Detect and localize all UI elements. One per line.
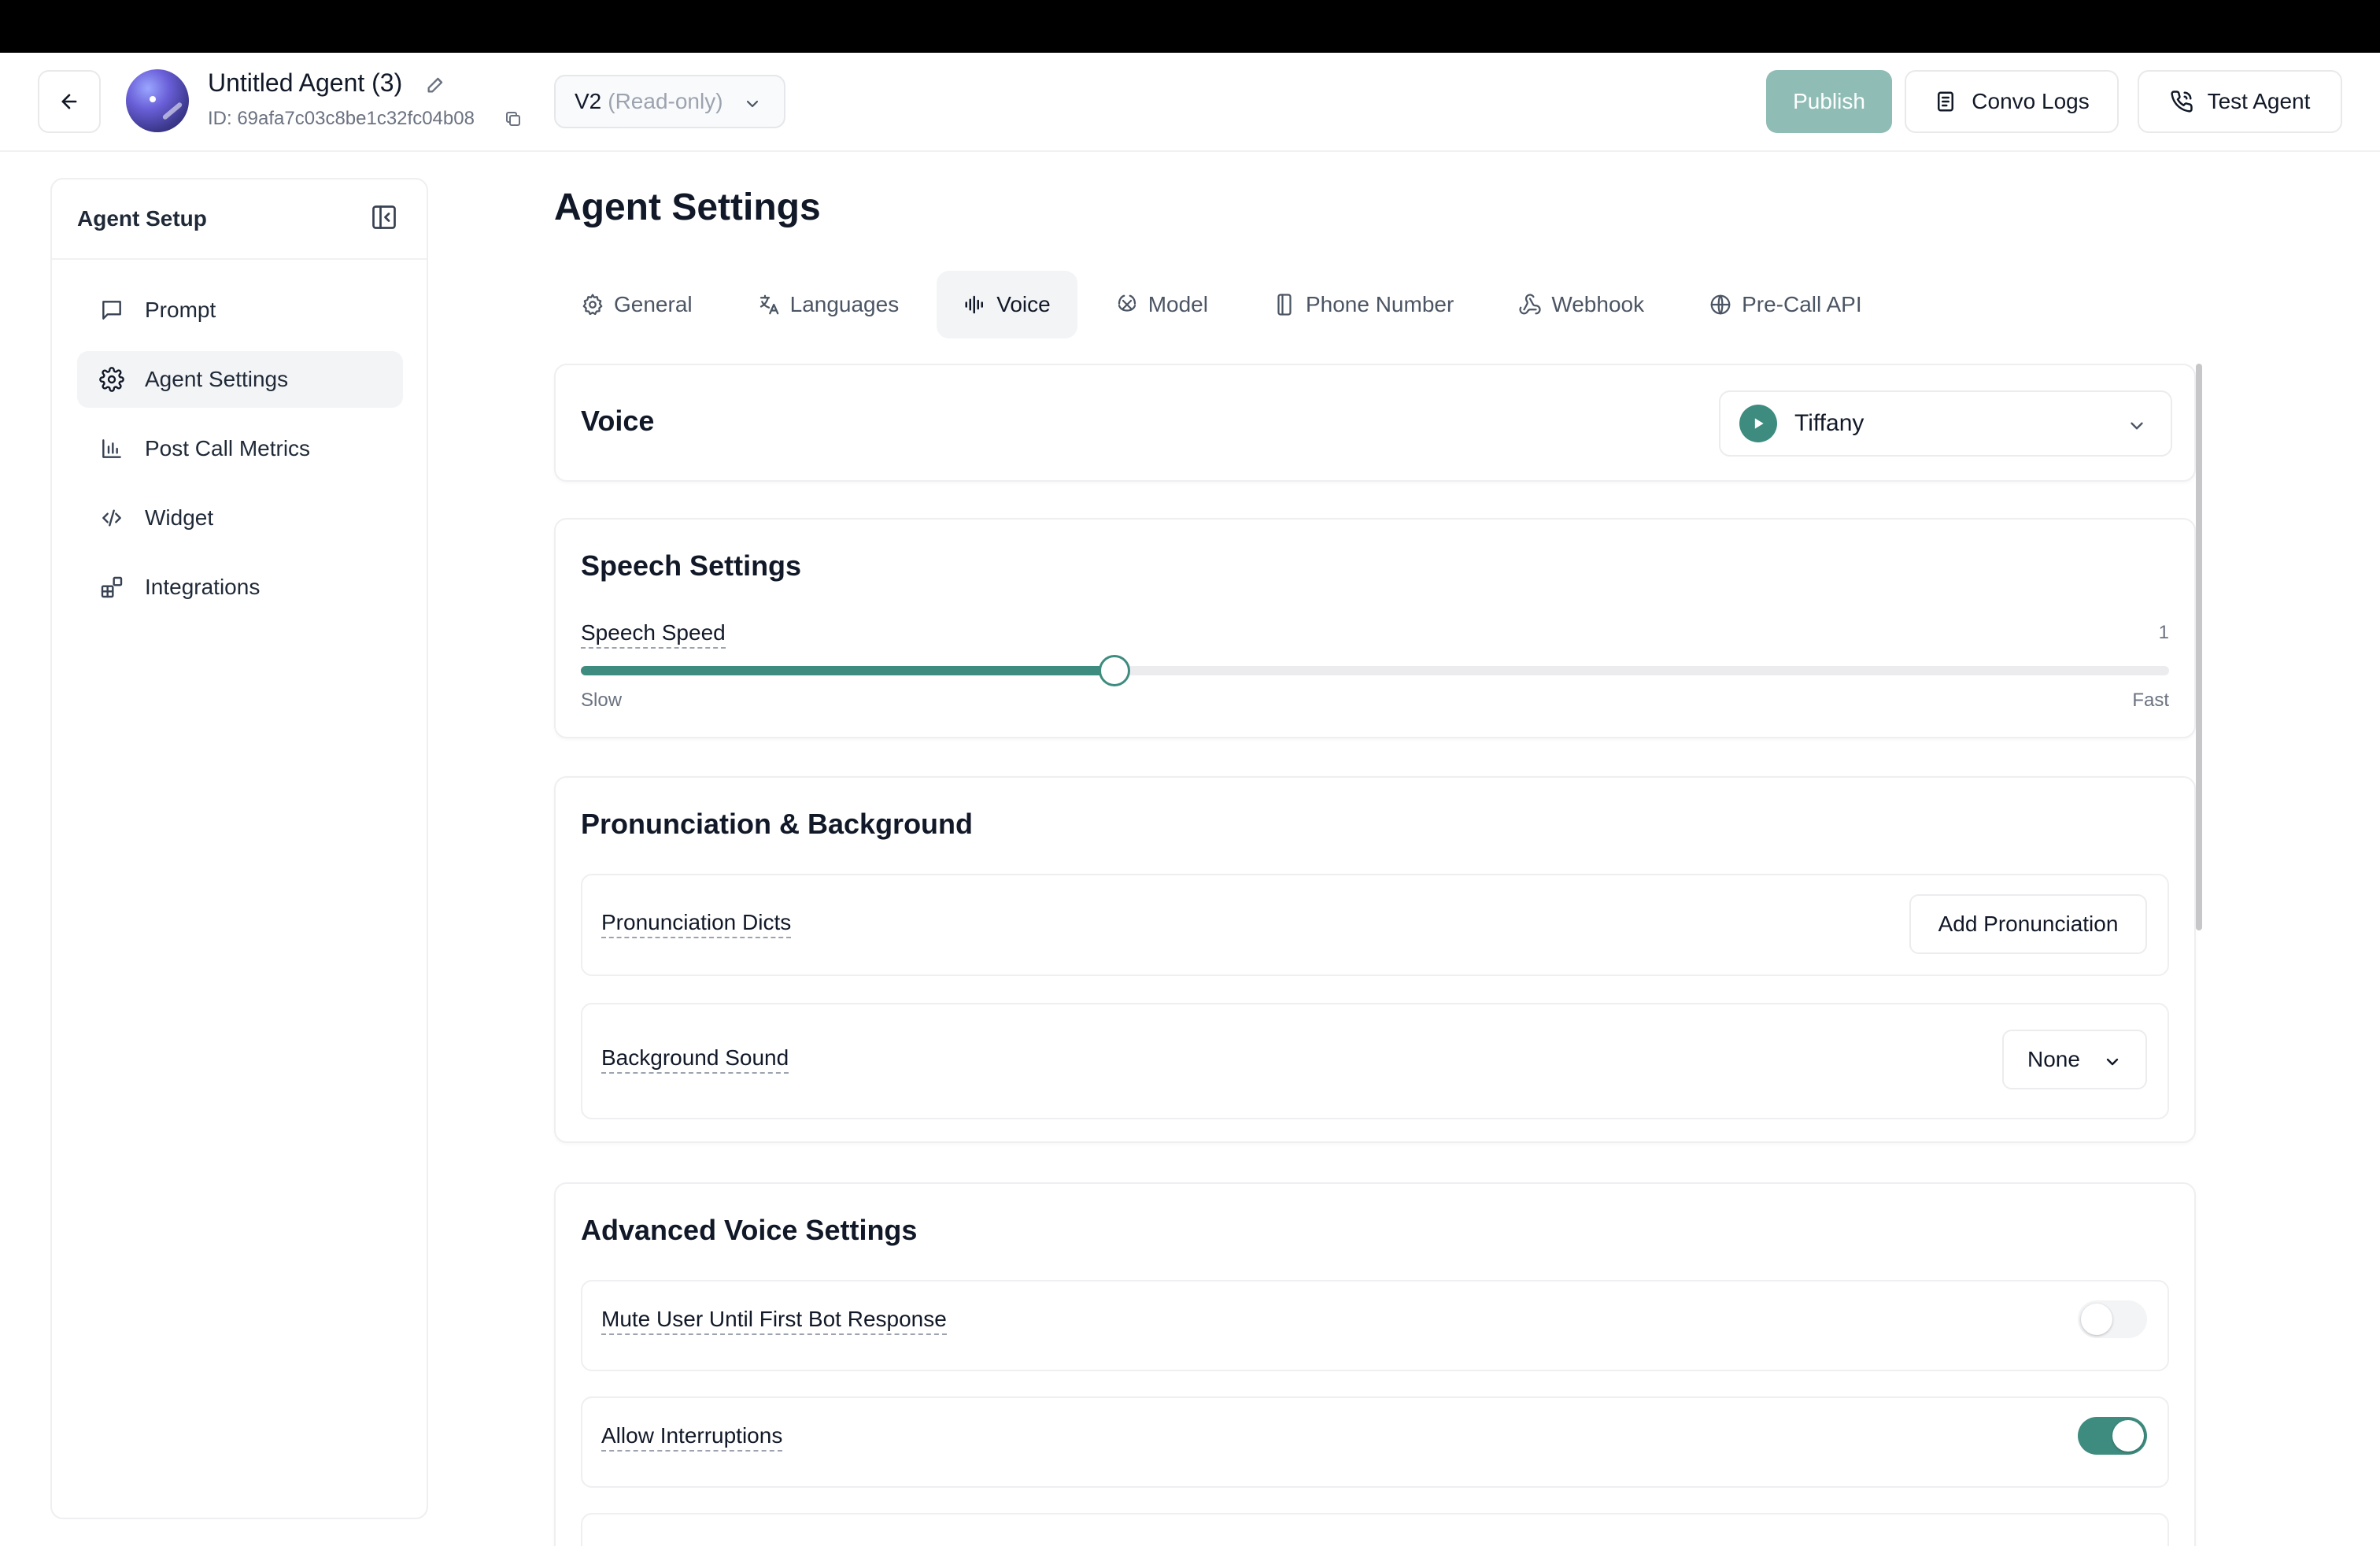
tab-phone-number[interactable]: Phone Number xyxy=(1246,271,1480,338)
settings-tabs: General Languages Voice Model Phone Numb… xyxy=(554,271,1900,338)
document-icon xyxy=(1938,91,1954,112)
play-icon[interactable] xyxy=(1739,405,1777,442)
tab-label: Voice xyxy=(996,292,1051,316)
tab-label: Languages xyxy=(789,292,900,316)
allow-interruptions-toggle[interactable] xyxy=(2078,1417,2147,1455)
version-value: V2 xyxy=(575,89,602,113)
chevron-down-icon xyxy=(2103,1052,2122,1077)
chat-bubble-icon xyxy=(102,301,121,320)
voice-title: Voice xyxy=(581,405,655,437)
speech-settings-title: Speech Settings xyxy=(581,549,802,582)
voice-card: Voice Tiffany xyxy=(554,364,2196,482)
waveform-icon xyxy=(965,295,984,314)
page-title: Agent Settings xyxy=(554,187,821,228)
test-agent-label: Test Agent xyxy=(2207,89,2311,113)
tab-model[interactable]: Model xyxy=(1088,271,1235,338)
allow-interruptions-label: Allow Interruptions xyxy=(601,1423,783,1452)
back-button[interactable] xyxy=(38,70,101,133)
advanced-voice-settings-card: Advanced Voice Settings Mute User Until … xyxy=(554,1182,2196,1546)
sidebar-item-post-call-metrics[interactable]: Post Call Metrics xyxy=(77,420,403,477)
code-icon xyxy=(102,509,121,527)
sidebar-item-agent-settings[interactable]: Agent Settings xyxy=(77,351,403,408)
model-icon xyxy=(1118,294,1136,312)
selected-voice: Tiffany xyxy=(1794,410,1864,436)
webhook-icon xyxy=(1519,294,1541,315)
scrollbar[interactable] xyxy=(2196,364,2202,930)
blocks-icon xyxy=(101,576,123,598)
collapse-sidebar-icon[interactable] xyxy=(370,203,398,235)
sidebar-item-label: Agent Settings xyxy=(145,367,289,391)
tab-pre-call-api[interactable]: Pre-Call API xyxy=(1682,271,1889,338)
tab-languages[interactable]: Languages xyxy=(730,271,926,338)
mute-user-row: Mute User Until First Bot Response xyxy=(581,1280,2169,1371)
header: Untitled Agent (3) ID: 69afa7c03c8be1c32… xyxy=(0,53,2380,152)
sidebar-item-label: Widget xyxy=(145,505,214,530)
tab-label: General xyxy=(614,292,693,316)
sidebar-item-prompt[interactable]: Prompt xyxy=(77,282,403,338)
sidebar-header: Agent Setup xyxy=(52,179,427,260)
convo-logs-button[interactable]: Convo Logs xyxy=(1905,70,2119,133)
version-select[interactable]: V2 (Read-only) xyxy=(554,75,785,128)
gear-icon xyxy=(582,294,603,316)
background-sound-label: Background Sound xyxy=(601,1045,789,1074)
advanced-title: Advanced Voice Settings xyxy=(581,1214,918,1246)
phone-call-icon xyxy=(2170,91,2193,113)
globe-icon xyxy=(1710,294,1731,315)
mute-user-toggle[interactable] xyxy=(2078,1300,2147,1338)
pronunciation-background-card: Pronunciation & Background Pronunciation… xyxy=(554,776,2196,1143)
translate-icon xyxy=(759,294,778,315)
tab-label: Webhook xyxy=(1551,292,1645,316)
speech-speed-label: Speech Speed xyxy=(581,620,726,649)
allow-interruptions-row: Allow Interruptions xyxy=(581,1396,2169,1488)
sidebar-item-label: Post Call Metrics xyxy=(145,436,311,460)
agent-avatar xyxy=(126,69,189,132)
pronunciation-title: Pronunciation & Background xyxy=(581,808,974,840)
convo-logs-label: Convo Logs xyxy=(1972,89,2090,113)
agent-setup-sidebar: Agent Setup Prompt Agent Settings Post C… xyxy=(50,178,428,1519)
bar-chart-icon xyxy=(102,439,121,458)
sidebar-nav: Prompt Agent Settings Post Call Metrics … xyxy=(77,282,403,628)
copy-icon[interactable] xyxy=(504,109,523,132)
chevron-down-icon xyxy=(2127,416,2147,442)
sidebar-item-label: Prompt xyxy=(145,298,216,322)
pronunciation-dicts-row: Pronunciation Dicts Add Pronunciation xyxy=(581,874,2169,976)
slow-label: Slow xyxy=(581,690,623,711)
sidebar-title: Agent Setup xyxy=(77,206,207,231)
phone-device-icon xyxy=(1277,294,1292,316)
background-sound-select[interactable]: None xyxy=(2002,1030,2147,1089)
sidebar-item-integrations[interactable]: Integrations xyxy=(77,559,403,616)
top-black-bar xyxy=(0,0,2380,53)
tab-label: Model xyxy=(1148,292,1208,316)
background-sound-value: None xyxy=(2027,1047,2080,1071)
sidebar-item-widget[interactable]: Widget xyxy=(77,490,403,546)
chevron-down-icon xyxy=(743,94,762,119)
slider-fill xyxy=(581,666,1114,675)
speech-speed-slider[interactable] xyxy=(581,655,2169,686)
tab-label: Pre-Call API xyxy=(1742,292,1862,316)
arrow-left-icon xyxy=(61,94,77,109)
mute-user-label: Mute User Until First Bot Response xyxy=(601,1307,947,1335)
edit-icon[interactable] xyxy=(425,73,447,99)
sidebar-item-label: Integrations xyxy=(145,575,261,599)
tab-webhook[interactable]: Webhook xyxy=(1491,271,1671,338)
next-setting-row xyxy=(581,1513,2169,1546)
add-pronunciation-button[interactable]: Add Pronunciation xyxy=(1909,894,2147,954)
test-agent-button[interactable]: Test Agent xyxy=(2138,70,2342,133)
gear-icon xyxy=(99,367,124,392)
speech-settings-card: Speech Settings Speech Speed 1 Slow Fast xyxy=(554,518,2196,738)
tab-general[interactable]: General xyxy=(554,271,719,338)
tab-voice[interactable]: Voice xyxy=(937,271,1077,338)
publish-button[interactable]: Publish xyxy=(1766,70,1892,133)
voice-select[interactable]: Tiffany xyxy=(1719,390,2172,457)
tab-label: Phone Number xyxy=(1305,292,1454,316)
background-sound-row: Background Sound None xyxy=(581,1003,2169,1119)
slider-thumb[interactable] xyxy=(1099,655,1130,686)
fast-label: Fast xyxy=(2132,690,2169,711)
agent-name: Untitled Agent (3) xyxy=(208,68,403,97)
pronunciation-dicts-label: Pronunciation Dicts xyxy=(601,910,792,938)
agent-id: ID: 69afa7c03c8be1c32fc04b08 xyxy=(208,108,475,129)
speech-speed-value: 1 xyxy=(2158,622,2169,643)
version-note: (Read-only) xyxy=(608,89,723,113)
